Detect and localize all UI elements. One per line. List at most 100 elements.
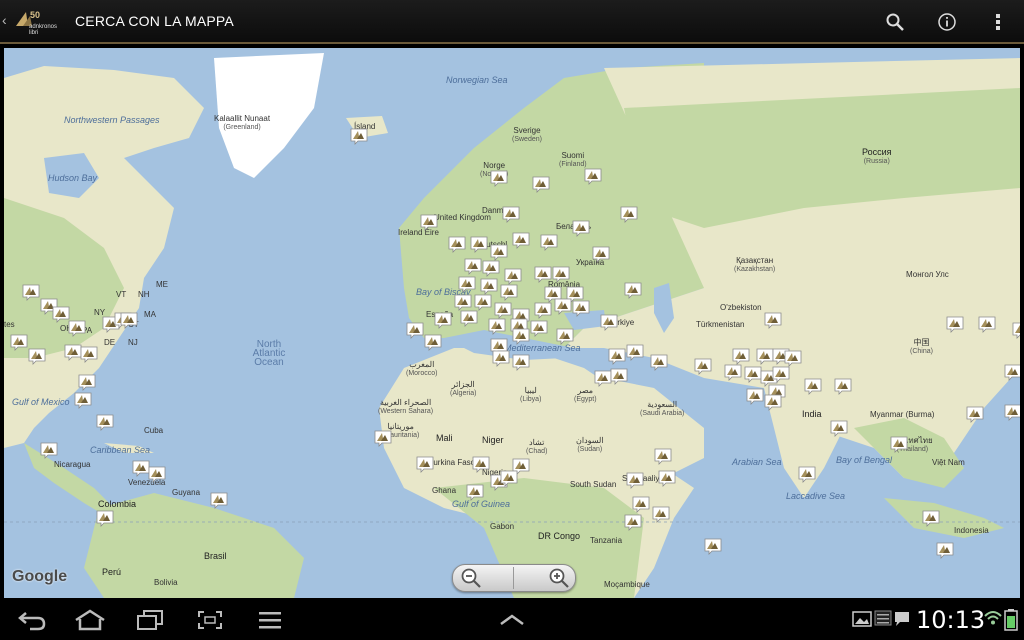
map-marker[interactable] (772, 366, 790, 383)
map-marker[interactable] (474, 294, 492, 311)
map-view[interactable]: Kalaallit Nunaat (Greenland) Ísland North… (4, 48, 1020, 598)
map-marker[interactable] (608, 348, 626, 365)
map-marker[interactable] (620, 206, 638, 223)
map-marker[interactable] (350, 128, 368, 145)
menu-button[interactable] (250, 606, 290, 634)
map-marker[interactable] (572, 220, 590, 237)
overflow-menu-button[interactable] (983, 8, 1013, 36)
map-marker[interactable] (554, 298, 572, 315)
map-marker[interactable] (764, 394, 782, 411)
map-marker[interactable] (530, 320, 548, 337)
map-marker[interactable] (704, 538, 722, 555)
map-marker[interactable] (28, 348, 46, 365)
map-marker[interactable] (490, 170, 508, 187)
map-marker[interactable] (448, 236, 466, 253)
map-marker[interactable] (490, 244, 508, 261)
map-marker[interactable] (830, 420, 848, 437)
map-marker[interactable] (406, 322, 424, 339)
zoom-in-button[interactable] (547, 566, 571, 590)
map-marker[interactable] (374, 430, 392, 447)
map-marker[interactable] (764, 312, 782, 329)
keyboard-notification-icon[interactable] (874, 609, 892, 629)
map-marker[interactable] (434, 312, 452, 329)
map-marker[interactable] (464, 258, 482, 275)
map-marker[interactable] (694, 358, 712, 375)
map-marker[interactable] (500, 470, 518, 487)
info-button[interactable] (932, 8, 962, 36)
map-marker[interactable] (470, 236, 488, 253)
app-logo[interactable]: 50 adnkronos libri (14, 6, 62, 36)
map-marker[interactable] (1004, 364, 1020, 381)
map-marker[interactable] (652, 506, 670, 523)
map-marker[interactable] (454, 294, 472, 311)
recent-apps-button[interactable] (130, 606, 170, 634)
map-marker[interactable] (482, 260, 500, 277)
message-notification-icon[interactable] (894, 610, 910, 628)
map-marker[interactable] (936, 542, 954, 559)
map-marker[interactable] (610, 368, 628, 385)
map-marker[interactable] (632, 496, 650, 513)
map-marker[interactable] (22, 284, 40, 301)
map-marker[interactable] (68, 320, 86, 337)
map-marker[interactable] (658, 470, 676, 487)
map-marker[interactable] (626, 472, 644, 489)
app-tray-button[interactable] (492, 606, 532, 634)
map-marker[interactable] (1004, 404, 1020, 421)
back-button[interactable] (12, 606, 52, 634)
map-marker[interactable] (424, 334, 442, 351)
map-marker[interactable] (626, 344, 644, 361)
map-marker[interactable] (724, 364, 742, 381)
map-marker[interactable] (500, 284, 518, 301)
map-marker[interactable] (488, 318, 506, 335)
map-marker[interactable] (504, 268, 522, 285)
map-marker[interactable] (552, 266, 570, 283)
map-marker[interactable] (978, 316, 996, 333)
map-marker[interactable] (512, 328, 530, 345)
map-marker[interactable] (74, 392, 92, 409)
up-caret-icon[interactable]: ‹ (2, 12, 7, 28)
map-marker[interactable] (10, 334, 28, 351)
map-marker[interactable] (460, 310, 478, 327)
screenshot-button[interactable] (190, 606, 230, 634)
map-marker[interactable] (472, 456, 490, 473)
map-marker[interactable] (512, 354, 530, 371)
map-marker[interactable] (650, 354, 668, 371)
map-marker[interactable] (834, 378, 852, 395)
map-marker[interactable] (458, 276, 476, 293)
map-marker[interactable] (556, 328, 574, 345)
map-marker[interactable] (534, 302, 552, 319)
gallery-notification-icon[interactable] (852, 610, 872, 628)
map-marker[interactable] (654, 448, 672, 465)
map-marker[interactable] (784, 350, 802, 367)
zoom-out-button[interactable] (459, 566, 483, 590)
map-marker[interactable] (96, 414, 114, 431)
map-marker[interactable] (804, 378, 822, 395)
map-marker[interactable] (532, 176, 550, 193)
map-marker[interactable] (624, 282, 642, 299)
map-marker[interactable] (40, 442, 58, 459)
map-marker[interactable] (96, 510, 114, 527)
map-marker[interactable] (732, 348, 750, 365)
map-marker[interactable] (420, 214, 438, 231)
map-marker[interactable] (512, 232, 530, 249)
map-marker[interactable] (466, 484, 484, 501)
map-marker[interactable] (210, 492, 228, 509)
map-marker[interactable] (1012, 322, 1020, 339)
map-marker[interactable] (78, 374, 96, 391)
map-marker[interactable] (746, 388, 764, 405)
map-marker[interactable] (80, 346, 98, 363)
map-marker[interactable] (148, 466, 166, 483)
map-marker[interactable] (480, 278, 498, 295)
map-marker[interactable] (492, 350, 510, 367)
map-marker[interactable] (600, 314, 618, 331)
map-marker[interactable] (624, 514, 642, 531)
map-marker[interactable] (966, 406, 984, 423)
map-marker[interactable] (946, 316, 964, 333)
map-marker[interactable] (540, 234, 558, 251)
search-button[interactable] (880, 8, 910, 36)
map-marker[interactable] (416, 456, 434, 473)
map-marker[interactable] (494, 302, 512, 319)
map-marker[interactable] (922, 510, 940, 527)
map-marker[interactable] (502, 206, 520, 223)
map-marker[interactable] (890, 436, 908, 453)
